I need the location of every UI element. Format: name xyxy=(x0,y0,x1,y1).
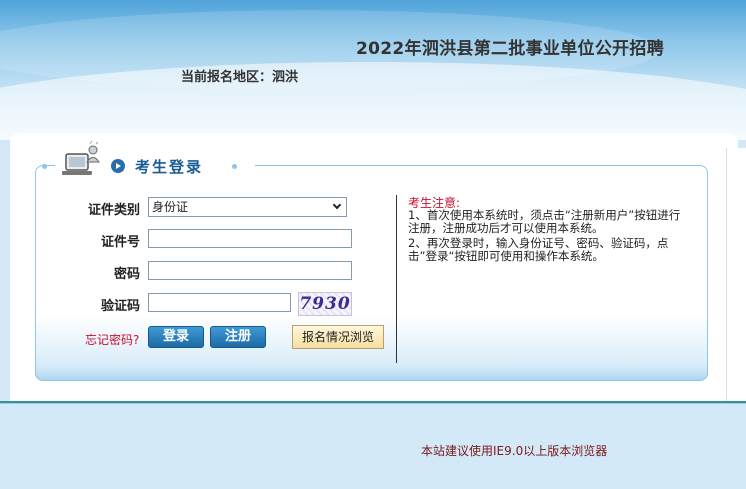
arrow-bullet-icon xyxy=(111,159,125,173)
notice-item-1: 1、首次使用本系统时，须点击“注册新用户”按钮进行注册，注册成功后才可以使用本系… xyxy=(408,208,681,235)
region-label: 当前报名地区：泗洪 xyxy=(181,70,299,85)
password-label: 密码 xyxy=(113,267,140,282)
notice-item-2: 2、再次登录时，输入身份证号、密码、验证码，点击”登录“按钮即可使用和操作本系统… xyxy=(408,236,669,263)
id-type-select[interactable]: 身份证 xyxy=(148,197,347,217)
captcha-image[interactable]: 7930 xyxy=(298,292,352,316)
footer-divider xyxy=(0,401,746,404)
browser-recommendation: 本站建议使用IE9.0以上版本浏览器 xyxy=(421,444,608,458)
password-input[interactable] xyxy=(148,261,352,280)
id-type-label: 证件类别 xyxy=(87,203,140,218)
dot-decoration xyxy=(232,164,237,169)
page-title: 2022年泗洪县第二批事业单位公开招聘 xyxy=(356,39,665,59)
id-number-label: 证件号 xyxy=(100,235,140,250)
forgot-password-link[interactable]: 忘记密码? xyxy=(85,331,139,348)
login-button[interactable]: 登录 xyxy=(148,326,204,348)
browse-registration-button[interactable]: 报名情况浏览 xyxy=(292,325,384,349)
id-type-value: 身份证 xyxy=(152,200,189,214)
captcha-input[interactable] xyxy=(148,293,291,312)
dot-decoration xyxy=(42,164,47,169)
id-number-input[interactable] xyxy=(148,229,352,248)
chevron-down-icon xyxy=(332,200,342,210)
computer-user-icon xyxy=(62,140,100,175)
side-panel-edge xyxy=(726,148,746,403)
login-panel-title: 考生登录 xyxy=(135,158,204,176)
header-decoration xyxy=(0,62,746,140)
register-button[interactable]: 注册 xyxy=(210,326,266,348)
captcha-label: 验证码 xyxy=(100,299,140,314)
header-banner xyxy=(0,0,746,140)
panel-divider xyxy=(396,195,397,363)
